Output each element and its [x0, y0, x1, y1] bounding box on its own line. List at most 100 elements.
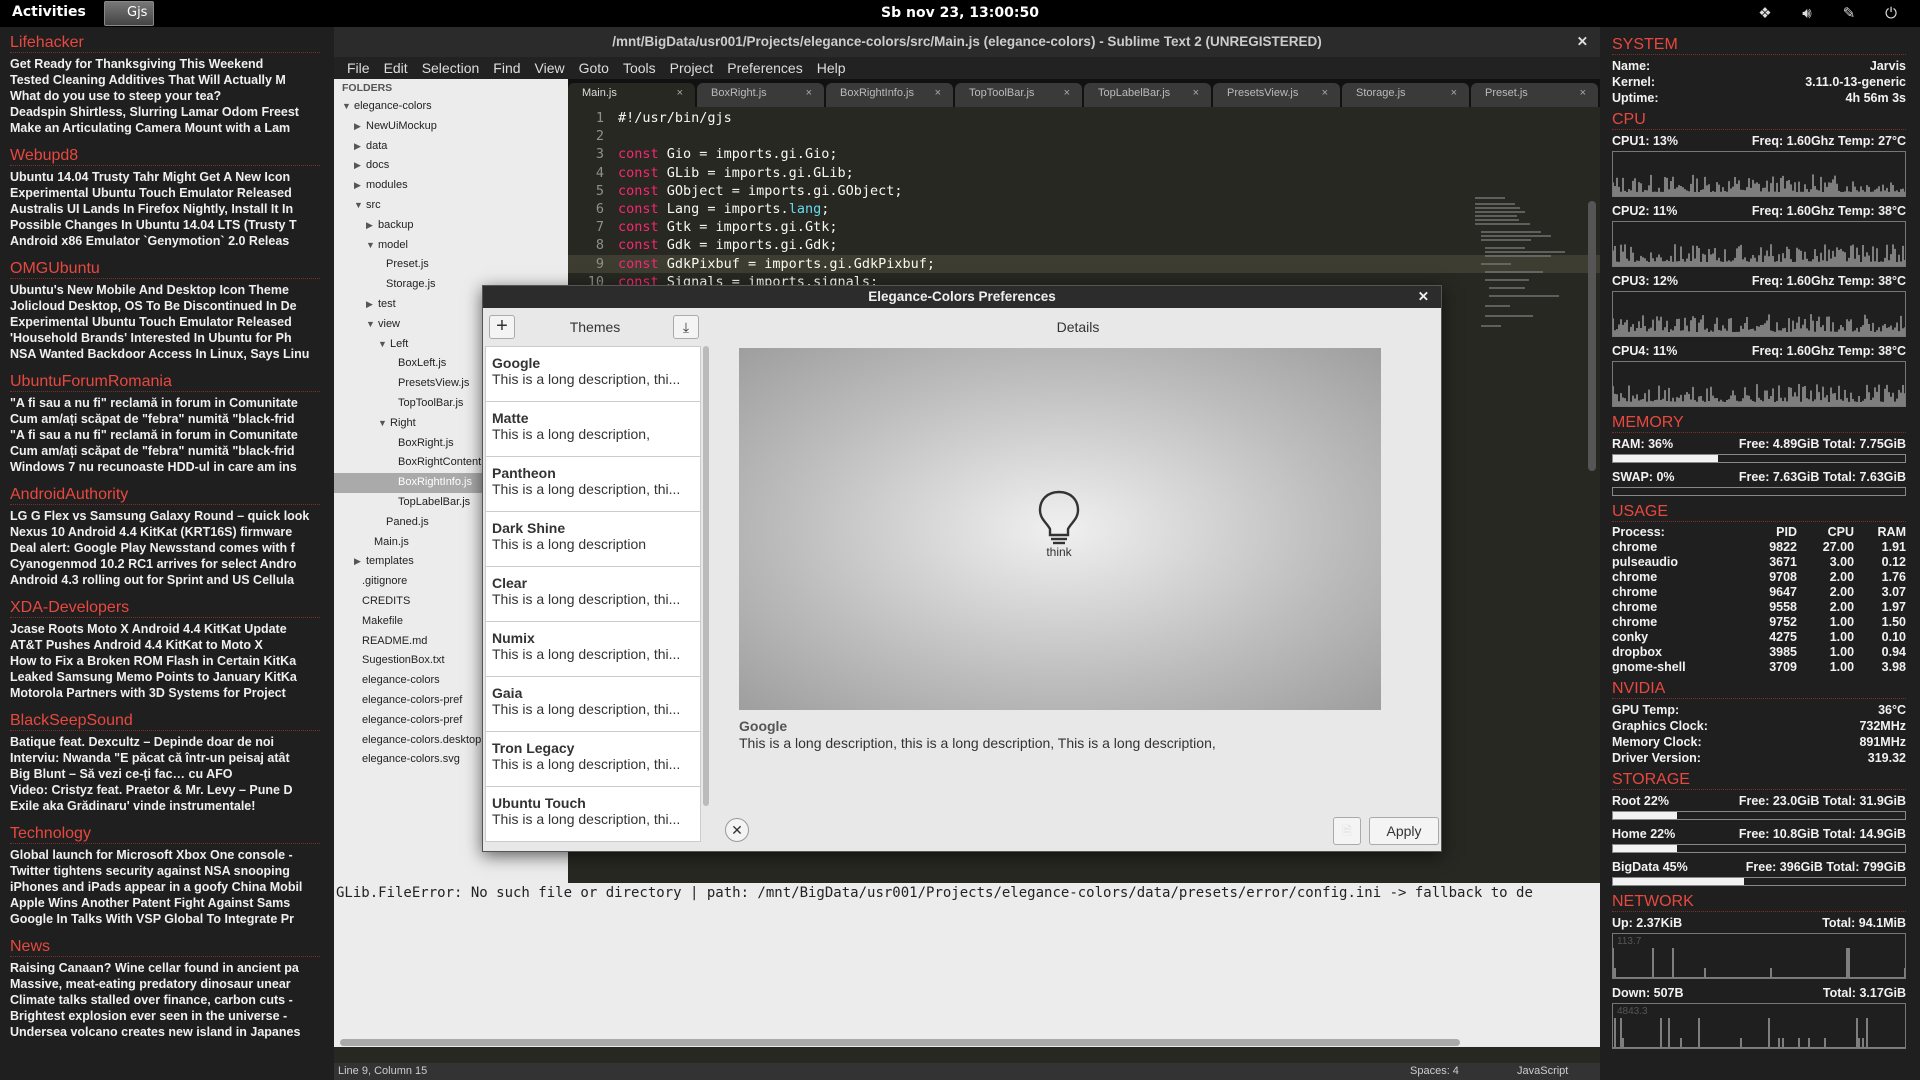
menu-tools[interactable]: Tools [616, 57, 663, 79]
feed-headline[interactable]: Ubuntu's New Mobile And Desktop Icon The… [10, 282, 320, 298]
export-document-icon[interactable]: 🗎 [1333, 817, 1361, 845]
tab-boxright[interactable]: BoxRight.js × [697, 83, 824, 107]
clock[interactable]: Sb nov 23, 13:00:50 [0, 5, 1920, 21]
expanded-arrow-icon[interactable]: ▼ [354, 196, 366, 216]
feed-headline[interactable]: Deadspin Shirtless, Slurring Lamar Odom … [10, 104, 320, 120]
apply-button[interactable]: Apply [1369, 817, 1439, 845]
close-icon[interactable]: × [806, 87, 812, 99]
feed-headline[interactable]: Climate talks stalled over finance, carb… [10, 992, 320, 1008]
theme-item[interactable]: Tron Legacy This is a long description, t… [486, 732, 700, 787]
theme-item[interactable]: Gaia This is a long description, thi... [486, 677, 700, 732]
theme-list-scrollbar[interactable] [703, 346, 709, 806]
feed-headline[interactable]: Cyanogenmod 10.2 RC1 arrives for select … [10, 556, 320, 572]
feed-headline[interactable]: Deal alert: Google Play Newsstand comes … [10, 540, 320, 556]
close-icon[interactable]: × [935, 87, 941, 99]
collapsed-arrow-icon[interactable]: ▶ [354, 117, 366, 137]
minimap[interactable] [1473, 195, 1578, 345]
feed-title[interactable]: News [10, 937, 320, 957]
feed-title[interactable]: Webupd8 [10, 146, 320, 166]
feed-headline[interactable]: Apple Wins Another Patent Fight Against … [10, 895, 320, 911]
close-icon[interactable]: × [1451, 87, 1457, 99]
feed-title[interactable]: Lifehacker [10, 33, 320, 53]
collapsed-arrow-icon[interactable]: ▶ [354, 552, 366, 572]
theme-item[interactable]: Dark Shine This is a long description [486, 512, 700, 567]
feed-headline[interactable]: Exile aka Grădinaru' vinde instrumentale… [10, 798, 320, 814]
collapsed-arrow-icon[interactable]: ▶ [366, 295, 378, 315]
expanded-arrow-icon[interactable]: ▼ [366, 315, 378, 335]
close-icon[interactable]: × [1064, 87, 1070, 99]
dialog-titlebar[interactable]: Elegance-Colors Preferences ✕ [483, 286, 1441, 308]
theme-item[interactable]: Ubuntu Touch This is a long description, … [486, 787, 700, 841]
collapsed-arrow-icon[interactable]: ▶ [354, 137, 366, 157]
feed-headline[interactable]: iPhones and iPads appear in a goofy Chin… [10, 879, 320, 895]
feed-title[interactable]: OMGUbuntu [10, 259, 320, 279]
feed-headline[interactable]: Interviu: Nwanda "E păcat că într-un pei… [10, 750, 320, 766]
console-scrollbar[interactable] [340, 1039, 1460, 1046]
tree-item[interactable]: ▼ model [334, 236, 568, 256]
feed-title[interactable]: BlackSeepSound [10, 711, 320, 731]
feed-headline[interactable]: Windows 7 nu recunoaste HDD-ul in care a… [10, 459, 320, 475]
menu-edit[interactable]: Edit [377, 57, 415, 79]
close-icon[interactable]: × [1193, 87, 1199, 99]
tree-item[interactable]: ▶ modules [334, 176, 568, 196]
feed-headline[interactable]: Big Blunt – Să vezi ce-ți fac… cu AFO [10, 766, 320, 782]
feed-headline[interactable]: Twitter tightens security against NSA sn… [10, 863, 320, 879]
power-icon[interactable]: ⏻ [1880, 4, 1902, 22]
feed-headline[interactable]: Ubuntu 14.04 Trusty Tahr Might Get A New… [10, 169, 320, 185]
expanded-arrow-icon[interactable]: ▼ [342, 97, 354, 117]
menu-goto[interactable]: Goto [572, 57, 616, 79]
menu-project[interactable]: Project [663, 57, 721, 79]
feed-headline[interactable]: Jolicloud Desktop, OS To Be Discontinued… [10, 298, 320, 314]
tab-toplabelbar[interactable]: TopLabelBar.js × [1084, 83, 1211, 107]
expanded-arrow-icon[interactable]: ▼ [378, 335, 390, 355]
syntax-setting[interactable]: JavaScript [1517, 1065, 1568, 1077]
download-icon[interactable]: ⤓ [673, 315, 699, 339]
feed-headline[interactable]: "A fi sau a nu fi" reclamă in forum in C… [10, 395, 320, 411]
feed-headline[interactable]: Cum am/ați scăpat de "febra" numită "bla… [10, 443, 320, 459]
dropbox-icon[interactable]: ❖ [1754, 4, 1776, 22]
feed-headline[interactable]: Cum am/ați scăpat de "febra" numită "bla… [10, 411, 320, 427]
feed-headline[interactable]: What do you use to steep your tea? [10, 88, 320, 104]
feed-headline[interactable]: Tested Cleaning Additives That Will Actu… [10, 72, 320, 88]
feed-headline[interactable]: Experimental Ubuntu Touch Emulator Relea… [10, 314, 320, 330]
activities-button[interactable]: Activities [12, 4, 86, 20]
editor-scrollbar[interactable] [1588, 201, 1596, 471]
menu-find[interactable]: Find [486, 57, 527, 79]
collapsed-arrow-icon[interactable]: ▶ [366, 216, 378, 236]
feed-headline[interactable]: Australis UI Lands In Firefox Nightly, I… [10, 201, 320, 217]
console-output[interactable]: GLib.FileError: No such file or director… [334, 883, 1600, 1047]
tab-main[interactable]: Main.js × [568, 83, 695, 107]
add-theme-button[interactable]: + [489, 315, 515, 339]
feed-headline[interactable]: Global launch for Microsoft Xbox One con… [10, 847, 320, 863]
menu-selection[interactable]: Selection [415, 57, 487, 79]
feed-headline[interactable]: Leaked Samsung Memo Points to January Ki… [10, 669, 320, 685]
collapsed-arrow-icon[interactable]: ▶ [354, 156, 366, 176]
tab-boxrightinfo[interactable]: BoxRightInfo.js × [826, 83, 953, 107]
feed-headline[interactable]: Brightest explosion ever seen in the uni… [10, 1008, 320, 1024]
tree-item[interactable]: ▶ docs [334, 156, 568, 176]
tree-item[interactable]: ▼ src [334, 196, 568, 216]
feed-headline[interactable]: Raising Canaan? Wine cellar found in anc… [10, 960, 320, 976]
app-menu-button[interactable]: Gjs [104, 1, 154, 26]
feed-headline[interactable]: AT&T Pushes Android 4.4 KitKat to Moto X [10, 637, 320, 653]
feed-headline[interactable]: Batique feat. Dexcultz – Depinde doar de… [10, 734, 320, 750]
theme-item[interactable]: Clear This is a long description, thi... [486, 567, 700, 622]
feed-headline[interactable]: Massive, meat-eating predatory dinosaur … [10, 976, 320, 992]
feed-headline[interactable]: Nexus 10 Android 4.4 KitKat (KRT16S) fir… [10, 524, 320, 540]
menu-file[interactable]: File [340, 57, 377, 79]
theme-item[interactable]: Numix This is a long description, thi... [486, 622, 700, 677]
tab-preset[interactable]: Preset.js × [1471, 83, 1598, 107]
menu-help[interactable]: Help [810, 57, 853, 79]
close-icon[interactable]: × [1580, 87, 1586, 99]
theme-item[interactable]: Matte This is a long description, [486, 402, 700, 457]
volume-icon[interactable]: 🔊︎ [1796, 4, 1818, 22]
tree-item[interactable]: Preset.js [334, 255, 568, 275]
expanded-arrow-icon[interactable]: ▼ [366, 236, 378, 256]
tree-item[interactable]: ▶ backup [334, 216, 568, 236]
tree-item[interactable]: ▶ data [334, 137, 568, 157]
feed-title[interactable]: UbuntuForumRomania [10, 372, 320, 392]
feed-headline[interactable]: Experimental Ubuntu Touch Emulator Relea… [10, 185, 320, 201]
feed-title[interactable]: Technology [10, 824, 320, 844]
tree-item[interactable]: ▼ elegance-colors [334, 97, 568, 117]
feed-headline[interactable]: Get Ready for Thanksgiving This Weekend [10, 56, 320, 72]
